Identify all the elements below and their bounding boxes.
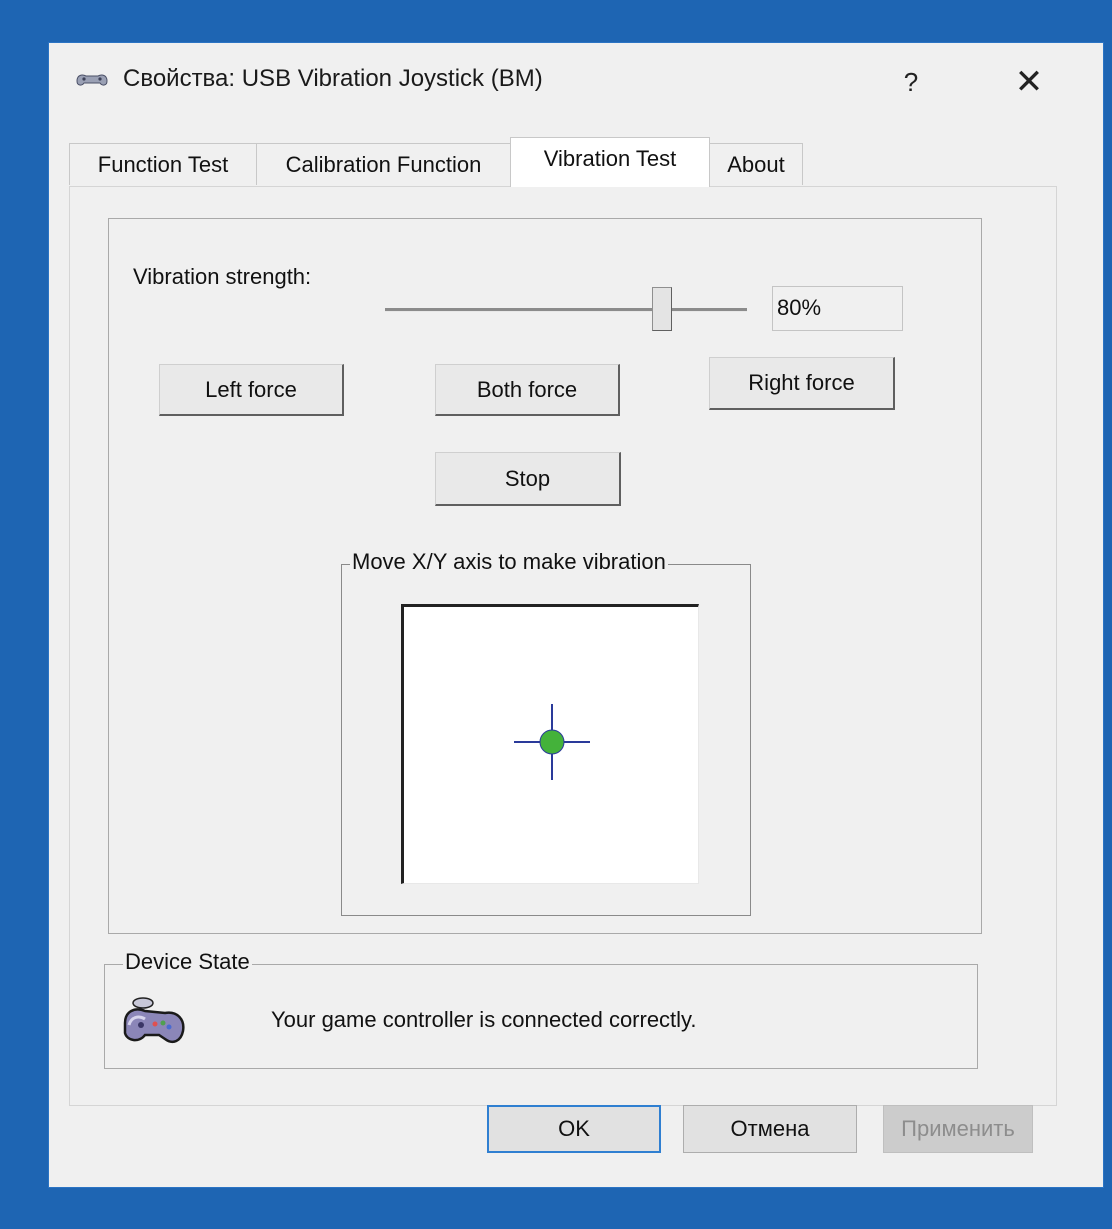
ok-button[interactable]: OK <box>487 1105 661 1153</box>
device-state-group: Device State Your game controller is con… <box>104 949 978 1069</box>
properties-dialog: Свойства: USB Vibration Joystick (BM) ? … <box>48 42 1104 1188</box>
cancel-button[interactable]: Отмена <box>683 1105 857 1153</box>
xy-axis-group: Move X/Y axis to make vibration <box>341 549 751 916</box>
both-force-button[interactable]: Both force <box>435 364 620 416</box>
close-button[interactable]: ✕ <box>989 43 1069 121</box>
tab-calibration-function[interactable]: Calibration Function <box>256 143 511 185</box>
xy-axis-caption: Move X/Y axis to make vibration <box>350 549 668 575</box>
vibration-group: Vibration strength: 80% Left force Both … <box>108 218 982 934</box>
xy-crosshair <box>514 704 590 780</box>
window-title: Свойства: USB Vibration Joystick (BM) <box>123 65 543 92</box>
vibration-strength-slider-thumb[interactable] <box>651 287 672 331</box>
tab-function-test[interactable]: Function Test <box>69 143 257 185</box>
title-bar: Свойства: USB Vibration Joystick (BM) ? … <box>49 43 1103 121</box>
xy-position-display <box>401 604 699 884</box>
axis-position-dot <box>539 729 565 755</box>
apply-button[interactable]: Применить <box>883 1105 1033 1153</box>
vibration-test-panel: Vibration strength: 80% Left force Both … <box>69 186 1057 1106</box>
desktop: Свойства: USB Vibration Joystick (BM) ? … <box>0 0 1112 1229</box>
device-state-message: Your game controller is connected correc… <box>271 1007 697 1032</box>
gamepad-icon <box>76 74 108 86</box>
vibration-strength-label: Vibration strength: <box>133 264 312 289</box>
help-button[interactable]: ? <box>875 43 947 121</box>
right-force-button[interactable]: Right force <box>709 357 895 410</box>
tab-about[interactable]: About <box>709 143 803 185</box>
stop-button[interactable]: Stop <box>435 452 621 506</box>
device-state-caption: Device State <box>123 949 252 975</box>
tab-vibration-test[interactable]: Vibration Test <box>510 137 710 187</box>
gamepad-icon <box>123 997 185 1043</box>
vibration-strength-value: 80% <box>772 286 903 331</box>
left-force-button[interactable]: Left force <box>159 364 344 416</box>
vibration-strength-slider-track[interactable] <box>385 308 747 312</box>
